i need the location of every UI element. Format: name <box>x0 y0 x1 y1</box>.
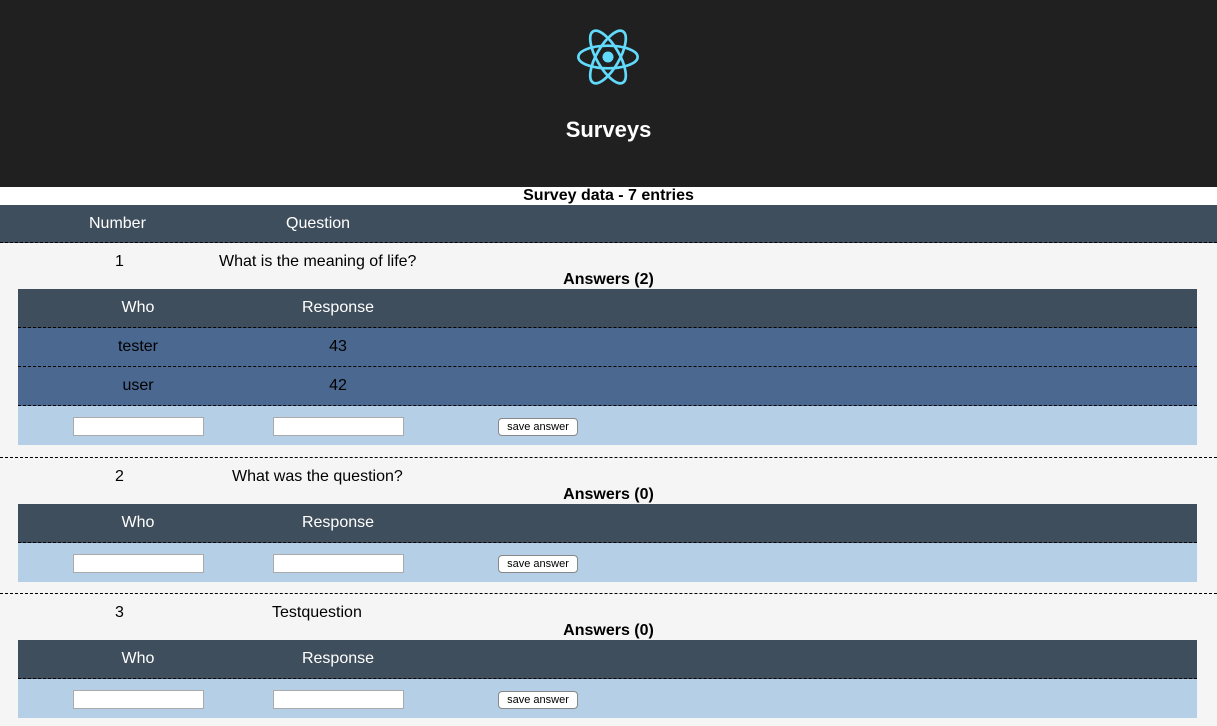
response-input[interactable] <box>273 417 404 436</box>
survey-row: 2 What was the question? Answers (0) Who… <box>0 458 1217 594</box>
who-input[interactable] <box>73 417 204 436</box>
answer-row: tester 43 <box>18 328 1197 367</box>
survey-row: 3 Testquestion Answers (0) Who Response … <box>0 594 1217 726</box>
answer-form: save answer <box>18 543 1197 582</box>
save-answer-button[interactable]: save answer <box>498 691 578 709</box>
response-input[interactable] <box>273 554 404 573</box>
column-header-who: Who <box>121 514 155 531</box>
survey-question: What is the meaning of life? <box>219 253 417 270</box>
save-answer-button[interactable]: save answer <box>498 418 578 436</box>
answer-who: user <box>122 377 154 394</box>
survey-summary: Survey data - 7 entries <box>0 187 1217 205</box>
answers-table: Who Response save answer <box>18 640 1197 718</box>
answer-response: 43 <box>329 338 347 355</box>
answer-form: save answer <box>18 406 1197 445</box>
column-header-who: Who <box>121 650 155 667</box>
answer-who: tester <box>117 338 158 355</box>
who-input[interactable] <box>73 690 204 709</box>
answer-response: 42 <box>329 377 347 394</box>
survey-table-header: Number Question <box>0 205 1217 243</box>
who-input[interactable] <box>73 554 204 573</box>
answers-title: Answers (2) <box>563 271 654 288</box>
answer-row: user 42 <box>18 367 1197 406</box>
column-header-number: Number <box>89 215 146 232</box>
answers-table-header: Who Response <box>18 289 1197 328</box>
survey-row: 1 What is the meaning of life? Answers (… <box>0 243 1217 458</box>
column-header-response: Response <box>301 514 375 531</box>
column-header-who: Who <box>121 299 155 316</box>
app-header: Surveys <box>0 0 1217 187</box>
column-header-response: Response <box>301 299 375 316</box>
react-atom-icon <box>577 29 639 85</box>
survey-question: Testquestion <box>272 604 362 621</box>
save-answer-button[interactable]: save answer <box>498 555 578 573</box>
answer-form: save answer <box>18 679 1197 718</box>
answers-table-header: Who Response <box>18 640 1197 679</box>
answers-table: Who Response save answer <box>18 504 1197 582</box>
answers-table: Who Response tester 43 user 42 save answ… <box>18 289 1197 445</box>
survey-question: What was the question? <box>232 468 403 485</box>
column-header-question: Question <box>286 215 351 232</box>
answers-table-header: Who Response <box>18 504 1197 543</box>
answers-title: Answers (0) <box>563 622 654 639</box>
response-input[interactable] <box>273 690 404 709</box>
answers-title: Answers (0) <box>563 486 654 503</box>
page-title: Surveys <box>565 117 652 142</box>
column-header-response: Response <box>301 650 375 667</box>
